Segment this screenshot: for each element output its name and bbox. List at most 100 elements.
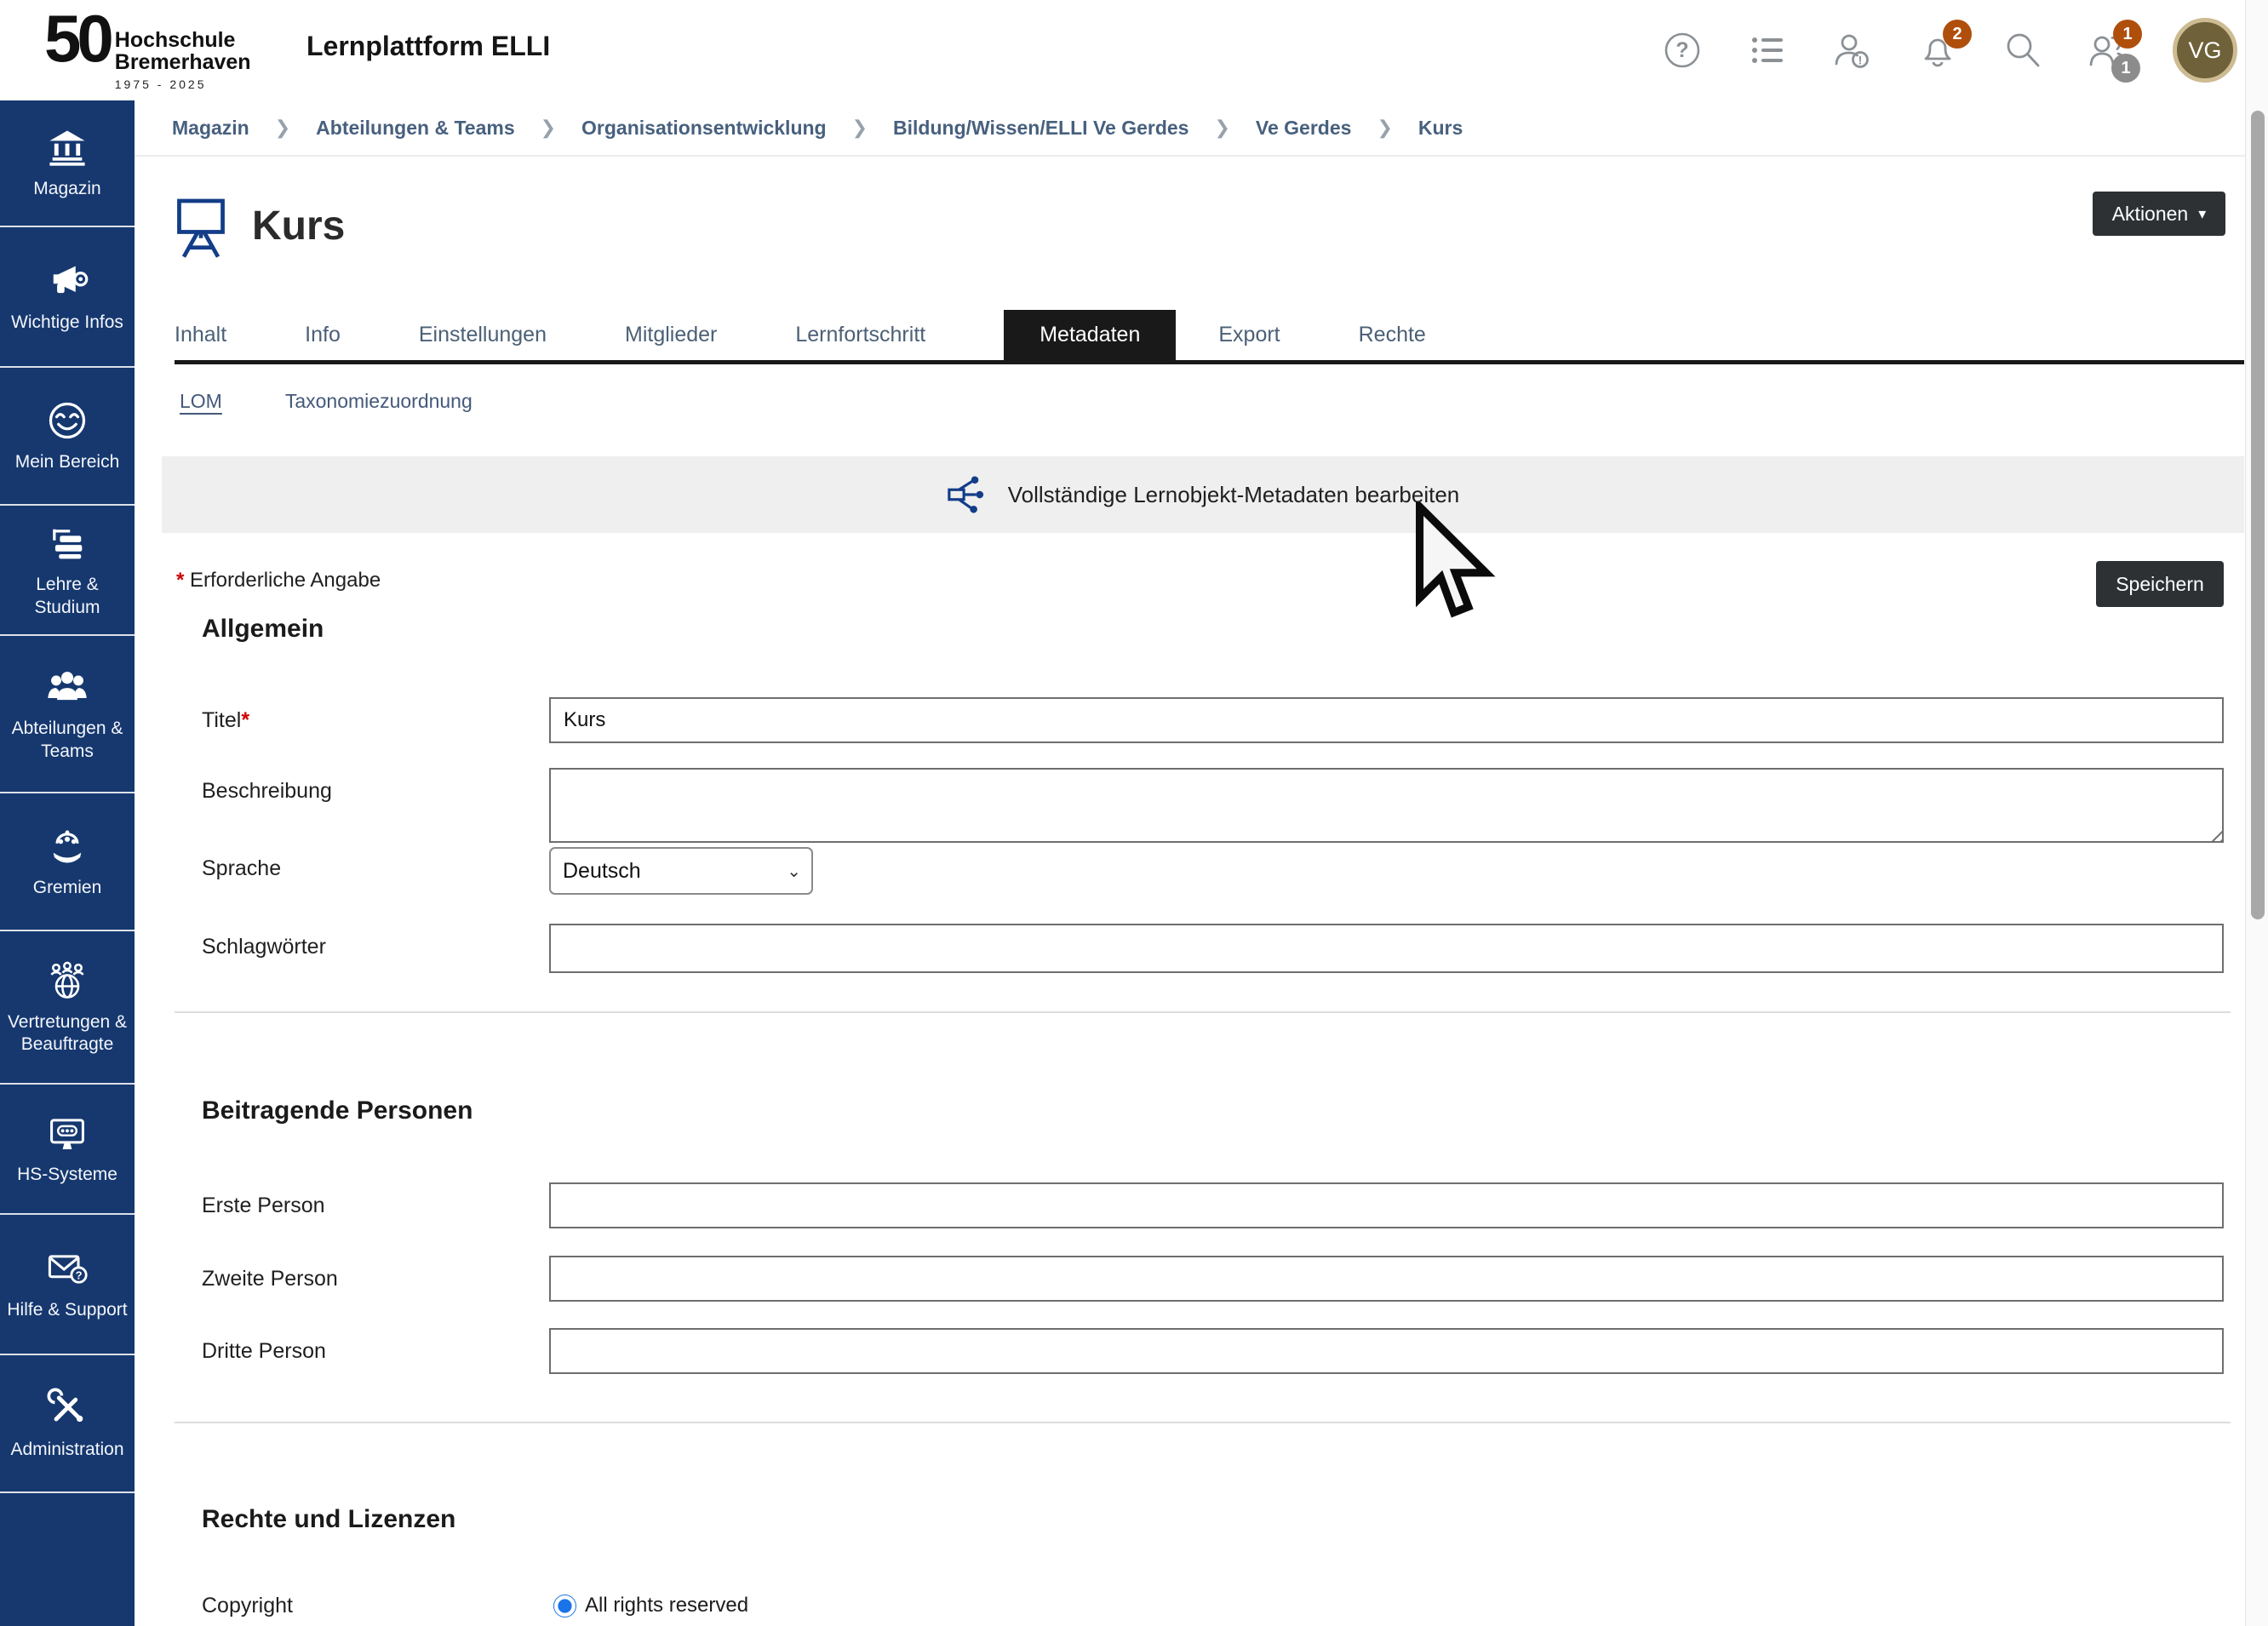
mail-help-icon: ? [45, 1246, 89, 1291]
tab-info[interactable]: Info [305, 310, 341, 360]
people-group-icon [45, 665, 89, 709]
sidebar-item-vertretungen-beauftragte[interactable]: Vertretungen & Beauftragte [0, 930, 135, 1083]
sidebar-item-hilfe-support[interactable]: ? Hilfe & Support [0, 1213, 135, 1354]
sidebar-item-wichtige-infos[interactable]: Wichtige Infos [0, 226, 135, 366]
sidebar-item-lehre-studium[interactable]: Lehre & Studium [0, 504, 135, 634]
beschreibung-label: Beschreibung [202, 779, 332, 804]
main-sidebar: Magazin Wichtige Infos Mein Bereich [0, 100, 135, 1626]
breadcrumb-item-bildung-wissen[interactable]: Bildung/Wissen/ELLI Ve Gerdes [893, 117, 1188, 140]
sidebar-item-administration[interactable]: Administration [0, 1354, 135, 1491]
todo-list-icon[interactable] [1747, 30, 1788, 71]
save-button[interactable]: Speichern [2096, 561, 2224, 607]
header-icon-bar: ? ! [1662, 0, 2237, 100]
zweite-person-input[interactable] [549, 1256, 2224, 1302]
logo-anniversary: 50 [44, 7, 110, 70]
monitor-icon [45, 1111, 89, 1155]
svg-text:?: ? [76, 1269, 83, 1282]
chevron-right-icon: ❯ [1377, 117, 1392, 139]
tools-icon [45, 1386, 89, 1430]
breadcrumb: Magazin ❯ Abteilungen & Teams ❯ Organisa… [135, 100, 2268, 157]
bank-icon [45, 125, 89, 169]
breadcrumb-item-abteilungen[interactable]: Abteilungen & Teams [316, 117, 514, 140]
section-divider [175, 1011, 2231, 1013]
logo-years: 1975 - 2025 [115, 77, 251, 91]
sprache-select-wrap: Deutsch ⌄ [549, 847, 813, 895]
tab-bar: Inhalt Info Einstellungen Mitglieder Ler… [175, 310, 1426, 360]
beschreibung-textarea[interactable] [549, 768, 2224, 843]
titel-label: Titel* [202, 708, 249, 733]
sidebar-item-magazin[interactable]: Magazin [0, 100, 135, 226]
metadata-hub-icon [947, 475, 986, 514]
copyright-radio-all-rights-reserved[interactable] [553, 1595, 576, 1617]
svg-text:?: ? [1675, 38, 1688, 62]
user-status-icon[interactable]: ! [1832, 30, 1873, 71]
tab-inhalt[interactable]: Inhalt [175, 310, 226, 360]
edit-full-metadata-banner[interactable]: Vollständige Lernobjekt-Metadaten bearbe… [162, 456, 2244, 533]
subtab-bar: LOM Taxonomiezuordnung [180, 390, 472, 413]
sidebar-item-gremien[interactable]: Gremien [0, 792, 135, 930]
copyright-radio-row: All rights reserved [553, 1594, 748, 1617]
copyright-radio-label: All rights reserved [585, 1594, 748, 1617]
sidebar-item-abteilungen-teams[interactable]: Abteilungen & Teams [0, 634, 135, 792]
tab-underline [175, 360, 2244, 364]
schlagwoerter-input[interactable] [549, 924, 2224, 973]
user-avatar[interactable]: VG [2173, 18, 2237, 83]
tab-export[interactable]: Export [1218, 310, 1280, 360]
breadcrumb-item-organisationsentwicklung[interactable]: Organisationsentwicklung [581, 117, 827, 140]
scrollbar-track [2245, 0, 2268, 1626]
chevron-right-icon: ❯ [1214, 117, 1229, 139]
contacts-badge-bottom: 1 [2111, 54, 2140, 83]
tab-mitglieder[interactable]: Mitglieder [625, 310, 717, 360]
tab-lernfortschritt[interactable]: Lernfortschritt [795, 310, 925, 360]
contacts-icon[interactable]: 1 1 [2088, 30, 2128, 71]
copyright-label: Copyright [202, 1594, 293, 1618]
required-asterisk: * [176, 569, 184, 592]
books-icon [45, 521, 89, 565]
actions-button[interactable]: Aktionen ▾ [2093, 192, 2225, 236]
megaphone-icon [45, 259, 89, 303]
logo-name-line2: Bremerhaven [115, 51, 251, 73]
globe-people-icon [45, 959, 89, 1003]
page-title: Kurs [252, 203, 345, 249]
section-title-allgemein: Allgemein [202, 615, 324, 644]
notifications-badge: 2 [1943, 20, 1972, 49]
dritte-person-label: Dritte Person [202, 1339, 326, 1364]
course-icon [175, 196, 227, 263]
help-icon[interactable]: ? [1662, 30, 1703, 71]
tab-rechte[interactable]: Rechte [1359, 310, 1426, 360]
breadcrumb-item-kurs[interactable]: Kurs [1418, 117, 1463, 140]
university-logo[interactable]: 50 Hochschule Bremerhaven 1975 - 2025 [44, 7, 251, 91]
breadcrumb-item-magazin[interactable]: Magazin [172, 117, 249, 140]
notifications-bell-icon[interactable]: 2 [1917, 30, 1958, 71]
edit-full-metadata-label: Vollständige Lernobjekt-Metadaten bearbe… [1008, 482, 1460, 508]
top-header: 50 Hochschule Bremerhaven 1975 - 2025 Le… [0, 0, 2268, 100]
chevron-right-icon: ❯ [275, 117, 290, 139]
chevron-right-icon: ❯ [541, 117, 556, 139]
sidebar-filler [0, 1491, 135, 1626]
sprache-select[interactable]: Deutsch [549, 847, 813, 895]
dritte-person-input[interactable] [549, 1328, 2224, 1374]
sidebar-item-hs-systeme[interactable]: HS-Systeme [0, 1083, 135, 1213]
breadcrumb-item-ve-gerdes[interactable]: Ve Gerdes [1256, 117, 1352, 140]
sprache-label: Sprache [202, 856, 281, 881]
caret-down-icon: ▾ [2198, 206, 2206, 221]
committee-hand-icon [45, 824, 89, 868]
subtab-taxonomiezuordnung[interactable]: Taxonomiezuordnung [285, 390, 472, 413]
schlagwoerter-label: Schlagwörter [202, 935, 326, 959]
logo-name-line1: Hochschule [115, 29, 251, 51]
svg-text:!: ! [1858, 54, 1863, 67]
tab-metadaten[interactable]: Metadaten [1004, 310, 1176, 360]
subtab-lom[interactable]: LOM [180, 390, 222, 413]
chevron-right-icon: ❯ [852, 117, 868, 139]
contacts-badge-top: 1 [2113, 20, 2142, 49]
scrollbar-thumb[interactable] [2251, 111, 2265, 919]
required-hint: * Erforderliche Angabe [176, 569, 381, 593]
erste-person-input[interactable] [549, 1182, 2224, 1228]
app-window: 50 Hochschule Bremerhaven 1975 - 2025 Le… [0, 0, 2268, 1626]
sidebar-item-mein-bereich[interactable]: Mein Bereich [0, 366, 135, 504]
section-title-rechte: Rechte und Lizenzen [202, 1505, 455, 1534]
search-icon[interactable] [2002, 30, 2043, 71]
tab-einstellungen[interactable]: Einstellungen [419, 310, 547, 360]
titel-input[interactable] [549, 697, 2224, 743]
app-title: Lernplattform ELLI [306, 31, 550, 62]
